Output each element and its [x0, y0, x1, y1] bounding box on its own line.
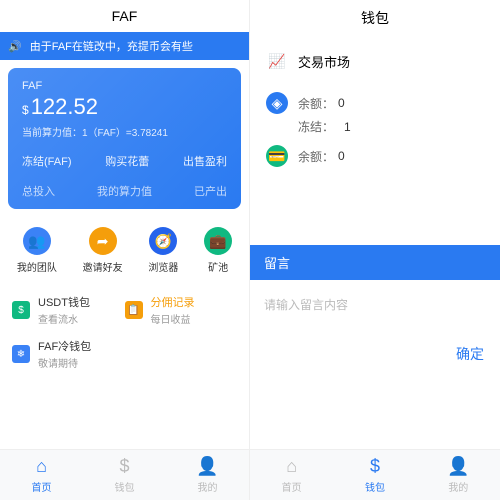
card-amount: $122.52 [22, 94, 227, 120]
notice-text: 由于FAF在链改中，充提币会有些 [30, 38, 193, 54]
tab-me[interactable]: 👤我的 [166, 456, 249, 494]
notice-bar: 🔊 由于FAF在链改中，充提币会有些 [0, 32, 249, 60]
balance-row-2[interactable]: 💳 余额： 0 [250, 139, 500, 173]
tabbar: ⌂首页 $钱包 👤我的 [250, 449, 500, 500]
market-section[interactable]: 📈 交易市场 [250, 36, 500, 86]
chart-icon: 📈 [266, 50, 288, 72]
freeze-link[interactable]: 冻结(FAF) [22, 153, 72, 169]
grid-browser[interactable]: 🧭浏览器 [148, 227, 178, 274]
team-icon: 👥 [23, 227, 51, 255]
share-icon: ➦ [89, 227, 117, 255]
page-title: 钱包 [250, 0, 500, 36]
home-screen: FAF 🔊 由于FAF在链改中，充提币会有些 FAF $122.52 当前算力值… [0, 0, 250, 500]
card-stats-row: 总投入 我的算力值 已产出 [22, 183, 227, 203]
sell-link[interactable]: 出售盈利 [183, 153, 227, 169]
home-icon: ⌂ [286, 456, 297, 477]
record-icon: 📋 [125, 301, 143, 319]
buy-link[interactable]: 购买花蕾 [105, 153, 149, 169]
cold-wallet-item[interactable]: ❄ FAF冷钱包敬请期待 [12, 332, 237, 376]
wallet-icon: $ [370, 456, 380, 477]
grid-team[interactable]: 👥我的团队 [17, 227, 57, 274]
tab-home[interactable]: ⌂首页 [250, 456, 333, 494]
compass-icon: 🧭 [149, 227, 177, 255]
user-icon: 👤 [196, 456, 218, 477]
tab-wallet[interactable]: $钱包 [83, 456, 166, 494]
produced[interactable]: 已产出 [194, 183, 227, 199]
usdt-icon: $ [12, 301, 30, 319]
tab-me[interactable]: 👤我的 [417, 456, 500, 494]
tabbar: ⌂首页 $钱包 👤我的 [0, 449, 249, 500]
tab-wallet[interactable]: $钱包 [333, 456, 416, 494]
card-action-row: 冻结(FAF) 购买花蕾 出售盈利 [22, 153, 227, 169]
message-input[interactable]: 请输入留言内容 [250, 280, 500, 336]
commission-item[interactable]: 📋 分佣记录每日收益 [125, 288, 238, 332]
tab-home[interactable]: ⌂首页 [0, 456, 83, 494]
grid-invite[interactable]: ➦邀请好友 [83, 227, 123, 274]
pool-icon: 💼 [204, 227, 232, 255]
card-rate: 当前算力值：1（FAF）=3.78241 [22, 124, 227, 139]
balance-row-1[interactable]: ◈ 余额： 0 [250, 86, 500, 120]
grid-pool[interactable]: 💼矿池 [204, 227, 232, 274]
home-icon: ⌂ [36, 456, 47, 477]
total-invest[interactable]: 总投入 [22, 183, 55, 199]
message-block: 留言 请输入留言内容 确定 [250, 245, 500, 378]
user-icon: 👤 [447, 456, 469, 477]
usdt-wallet-item[interactable]: $ USDT钱包查看流水 [12, 288, 125, 332]
page-title: FAF [0, 0, 249, 32]
card-coin-name: FAF [22, 80, 227, 92]
speaker-icon: 🔊 [8, 40, 22, 53]
confirm-button[interactable]: 确定 [250, 336, 500, 378]
wallet-list: $ USDT钱包查看流水 📋 分佣记录每日收益 ❄ FAF冷钱包敬请期待 [0, 284, 249, 380]
cold-wallet-icon: ❄ [12, 345, 30, 363]
wallet-icon: $ [119, 456, 129, 477]
wallet-icon: 💳 [266, 145, 288, 167]
message-header: 留言 [250, 245, 500, 280]
quick-grid: 👥我的团队 ➦邀请好友 🧭浏览器 💼矿池 [0, 217, 249, 284]
wallet-screen: 钱包 📈 交易市场 ◈ 余额： 0 冻结：1 💳 余额： 0 留言 请输入留言内… [250, 0, 500, 500]
balance-card: FAF $122.52 当前算力值：1（FAF）=3.78241 冻结(FAF)… [8, 68, 241, 209]
diamond-icon: ◈ [266, 92, 288, 114]
frozen-row: 冻结：1 [250, 118, 500, 135]
my-hashrate[interactable]: 我的算力值 [97, 183, 152, 199]
